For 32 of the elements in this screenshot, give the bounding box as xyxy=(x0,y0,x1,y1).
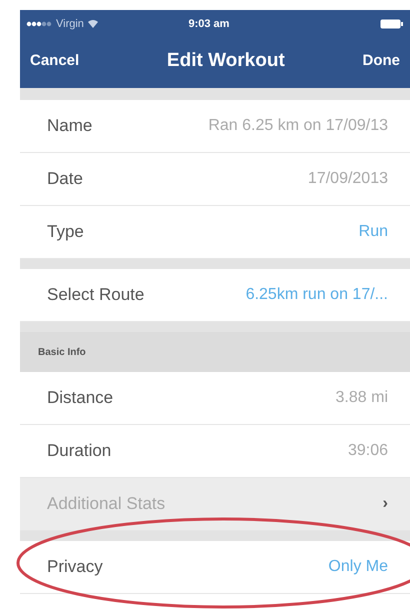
row-value: Ran 6.25 km on 17/09/13 xyxy=(208,116,388,136)
section-header: Basic Info xyxy=(20,332,410,372)
row-value: Only Me xyxy=(328,557,388,577)
row-label: Privacy xyxy=(47,556,103,578)
list-row[interactable]: Duration 39:06 xyxy=(20,425,410,478)
row-label: Distance xyxy=(47,387,114,410)
row-value: 6.25km run on 17/... xyxy=(246,285,388,305)
row-label: Date xyxy=(47,168,83,190)
list-row[interactable]: Name Ran 6.25 km on 17/09/13 xyxy=(20,100,410,153)
row-label: Type xyxy=(47,221,84,244)
chevron-icon: › xyxy=(382,493,388,515)
signal-icon xyxy=(26,21,52,27)
carrier-text: Virgin xyxy=(56,16,84,32)
row-label: Select Route xyxy=(47,284,144,306)
row-label: Name xyxy=(47,115,92,138)
battery-icon xyxy=(380,19,404,29)
screen-title: Edit Workout xyxy=(166,48,285,73)
list-row[interactable]: Select Route 6.25km run on 17/... xyxy=(20,269,410,322)
list-row[interactable]: Date 17/09/2013 xyxy=(20,153,410,206)
row-value: 17/09/2013 xyxy=(308,169,388,189)
row-value: 39:06 xyxy=(348,441,388,461)
status-time: 9:03 am xyxy=(188,16,230,32)
row-value: 3.88 mi xyxy=(336,388,388,408)
list-row[interactable]: Distance 3.88 mi xyxy=(20,372,410,425)
row-value: Run xyxy=(358,222,388,242)
row-label: Additional Stats xyxy=(47,493,166,516)
list-row[interactable]: Type Run xyxy=(20,206,410,259)
cancel-button[interactable]: Cancel xyxy=(30,50,80,72)
wifi-icon xyxy=(88,20,98,28)
list-row[interactable]: Privacy Only Me xyxy=(20,541,410,594)
done-button[interactable]: Done xyxy=(362,50,400,72)
row-label: Duration xyxy=(47,440,112,462)
